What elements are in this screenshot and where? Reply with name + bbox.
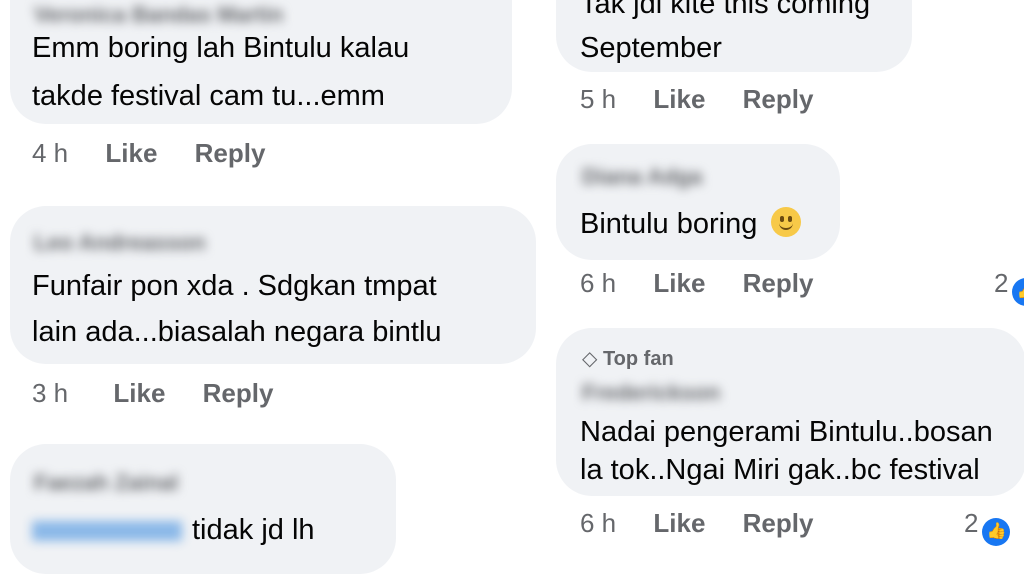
reply-button[interactable]: Reply: [203, 378, 274, 409]
like-reaction-icon: 👍: [982, 518, 1011, 546]
reply-button[interactable]: Reply: [195, 138, 266, 169]
comment-text-line: tidak jd lh: [32, 506, 315, 554]
comment-bubble: Veronica Bandas Martin Emm boring lah Bi…: [10, 0, 512, 124]
comment-bubble: Diana Adga Bintulu boring: [556, 144, 840, 260]
comment-bubble: Leo Andreasson Funfair pon xda . Sdgkan …: [10, 206, 536, 364]
comment-meta: 6 h Like Reply: [580, 268, 813, 299]
mention-link[interactable]: [32, 521, 182, 542]
comment-text: Bintulu boring: [580, 208, 758, 240]
like-reaction-icon: 👍: [1012, 278, 1024, 306]
like-button[interactable]: Like: [105, 138, 157, 169]
reaction-count[interactable]: 2👍: [964, 508, 1011, 546]
comment-text-line: Funfair pon xda . Sdgkan tmpat: [32, 270, 437, 302]
comment-meta: 6 h Like Reply: [580, 508, 813, 539]
comment-bubble: ◇ Top fan Frederickson Nadai pengerami B…: [556, 328, 1024, 496]
like-button[interactable]: Like: [653, 268, 705, 299]
comment-text-line: Emm boring lah Bintulu kalau: [32, 32, 410, 64]
comment-text-line: Bintulu boring: [580, 200, 802, 248]
comment-text-line: takde festival cam tu...emm: [32, 80, 385, 112]
comment-timestamp[interactable]: 3 h: [32, 378, 68, 409]
comment-text-line: lain ada...biasalah negara bintlu: [32, 316, 442, 348]
reply-button[interactable]: Reply: [743, 84, 814, 115]
comment-text-line: September: [580, 32, 722, 64]
comment-author[interactable]: Leo Andreasson: [34, 230, 206, 256]
comment-timestamp[interactable]: 6 h: [580, 268, 616, 299]
comment-author[interactable]: Faezah Zainal: [34, 470, 178, 496]
reply-button[interactable]: Reply: [743, 508, 814, 539]
comment-text: tidak jd lh: [192, 514, 315, 546]
comment-meta: 3 h Like Reply: [32, 378, 273, 409]
comment-timestamp[interactable]: 4 h: [32, 138, 68, 169]
comment-author[interactable]: Frederickson: [582, 380, 720, 406]
comment-meta: 4 h Like Reply: [32, 138, 265, 169]
slightly-smiling-face-icon: [771, 207, 802, 237]
reaction-count[interactable]: 2👍: [994, 268, 1024, 306]
comment-bubble: Faezah Zainal tidak jd lh: [10, 444, 396, 574]
comment-author[interactable]: Diana Adga: [582, 164, 702, 190]
comment-meta: 5 h Like Reply: [580, 84, 813, 115]
like-button[interactable]: Like: [653, 84, 705, 115]
like-button[interactable]: Like: [113, 378, 165, 409]
reaction-count-value: 2: [964, 508, 979, 538]
like-button[interactable]: Like: [653, 508, 705, 539]
reaction-count-value: 2: [994, 268, 1009, 298]
diamond-icon: ◇: [582, 348, 598, 370]
comment-timestamp[interactable]: 5 h: [580, 84, 616, 115]
reply-button[interactable]: Reply: [743, 268, 814, 299]
comment-text-line: la tok..Ngai Miri gak..bc festival: [580, 454, 980, 486]
comment-bubble: Tak jdi kite this coming September: [556, 0, 912, 72]
top-fan-badge: ◇ Top fan: [582, 346, 674, 371]
top-fan-label: Top fan: [602, 348, 674, 370]
comment-timestamp[interactable]: 6 h: [580, 508, 616, 539]
